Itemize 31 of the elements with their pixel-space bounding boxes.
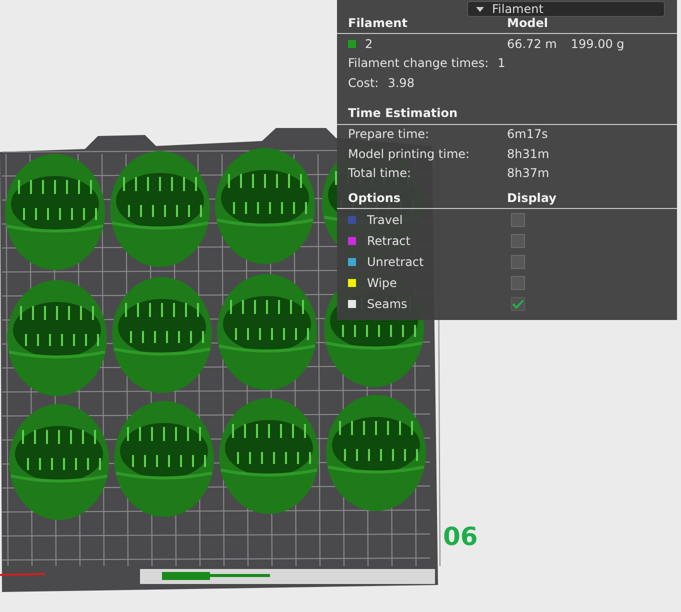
option-label: Unretract (367, 254, 424, 268)
time-label: Prepare time: (348, 127, 430, 142)
display-checkbox[interactable] (511, 254, 525, 268)
filament-weight: 199.00 g (570, 36, 624, 51)
column-header: Model (507, 16, 548, 30)
view-type-dropdown[interactable]: Filament (467, 1, 665, 17)
column-header: Options (348, 190, 402, 204)
display-checkbox[interactable] (511, 234, 525, 248)
display-checkbox[interactable] (511, 212, 525, 226)
option-label: Wipe (367, 276, 397, 290)
column-header: Display (507, 190, 556, 204)
section-title: Time Estimation (348, 106, 458, 120)
time-value: 6m17s (507, 127, 548, 142)
time-label: Total time: (348, 166, 412, 180)
change-times-label: Filament change times: (348, 56, 489, 70)
display-checkbox[interactable] (511, 276, 525, 290)
filament-name: 2 (365, 36, 373, 51)
time-label: Model printing time: (348, 146, 471, 161)
cost-label: Cost: (348, 76, 379, 90)
time-value: 8h31m (507, 146, 550, 161)
display-checkbox[interactable] (511, 296, 525, 310)
change-times-value: 1 (498, 56, 506, 70)
option-label: Seams (367, 296, 408, 310)
filament-length: 66.72 m (507, 36, 557, 51)
column-header: Filament (348, 16, 408, 30)
option-label: Retract (367, 234, 410, 248)
option-label: Travel (367, 212, 403, 226)
caret-icon (476, 6, 484, 12)
cost-value: 3.98 (388, 76, 414, 90)
time-value: 8h37m (507, 166, 550, 180)
plate-number: 06 (443, 522, 478, 551)
